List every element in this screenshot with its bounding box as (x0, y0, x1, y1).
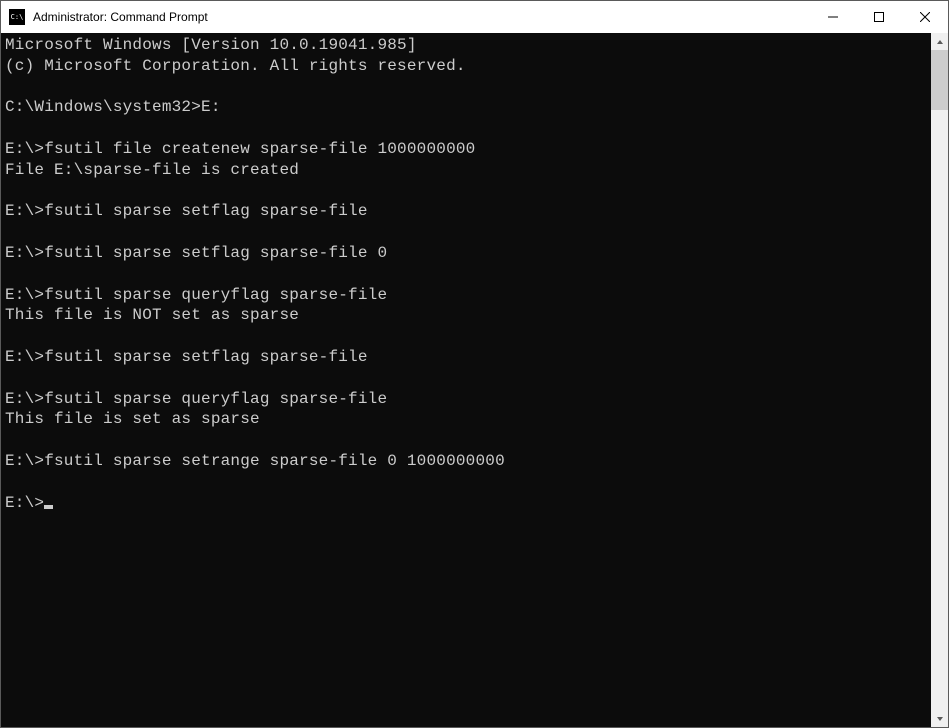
terminal-line (5, 222, 927, 243)
terminal-line (5, 472, 927, 493)
terminal-line (5, 326, 927, 347)
titlebar[interactable]: C:\ Administrator: Command Prompt (1, 1, 948, 33)
terminal-line: E:\>fsutil sparse setflag sparse-file 0 (5, 243, 927, 264)
terminal-line: C:\Windows\system32>E: (5, 97, 927, 118)
terminal-line (5, 181, 927, 202)
minimize-button[interactable] (810, 1, 856, 33)
app-icon: C:\ (9, 9, 25, 25)
terminal-line (5, 430, 927, 451)
terminal-line: E:\>fsutil sparse setrange sparse-file 0… (5, 451, 927, 472)
chevron-down-icon (936, 715, 944, 723)
terminal-line: This file is set as sparse (5, 409, 927, 430)
close-button[interactable] (902, 1, 948, 33)
terminal-wrapper: Microsoft Windows [Version 10.0.19041.98… (1, 33, 948, 727)
terminal-line: E:\>fsutil sparse queryflag sparse-file (5, 389, 927, 410)
command-prompt-window: C:\ Administrator: Command Prompt Micros… (0, 0, 949, 728)
scrollbar-thumb[interactable] (931, 50, 948, 110)
window-title: Administrator: Command Prompt (31, 10, 810, 24)
terminal-line: E:\> (5, 493, 927, 514)
scroll-down-button[interactable] (931, 710, 948, 727)
terminal-line: E:\>fsutil file createnew sparse-file 10… (5, 139, 927, 160)
vertical-scrollbar[interactable] (931, 33, 948, 727)
app-icon-label: C:\ (11, 14, 24, 21)
cursor (44, 505, 53, 509)
terminal-line (5, 118, 927, 139)
terminal-line: (c) Microsoft Corporation. All rights re… (5, 56, 927, 77)
scroll-up-button[interactable] (931, 33, 948, 50)
terminal-line: Microsoft Windows [Version 10.0.19041.98… (5, 35, 927, 56)
terminal-line: E:\>fsutil sparse setflag sparse-file (5, 201, 927, 222)
window-controls (810, 1, 948, 33)
terminal-line: E:\>fsutil sparse queryflag sparse-file (5, 285, 927, 306)
maximize-icon (874, 12, 884, 22)
minimize-icon (828, 12, 838, 22)
terminal-line (5, 368, 927, 389)
terminal-line: E:\>fsutil sparse setflag sparse-file (5, 347, 927, 368)
terminal-line: File E:\sparse-file is created (5, 160, 927, 181)
terminal-line (5, 264, 927, 285)
chevron-up-icon (936, 38, 944, 46)
close-icon (920, 12, 930, 22)
maximize-button[interactable] (856, 1, 902, 33)
scrollbar-track[interactable] (931, 50, 948, 710)
terminal-line: This file is NOT set as sparse (5, 305, 927, 326)
terminal-line (5, 77, 927, 98)
terminal-content[interactable]: Microsoft Windows [Version 10.0.19041.98… (1, 33, 931, 727)
